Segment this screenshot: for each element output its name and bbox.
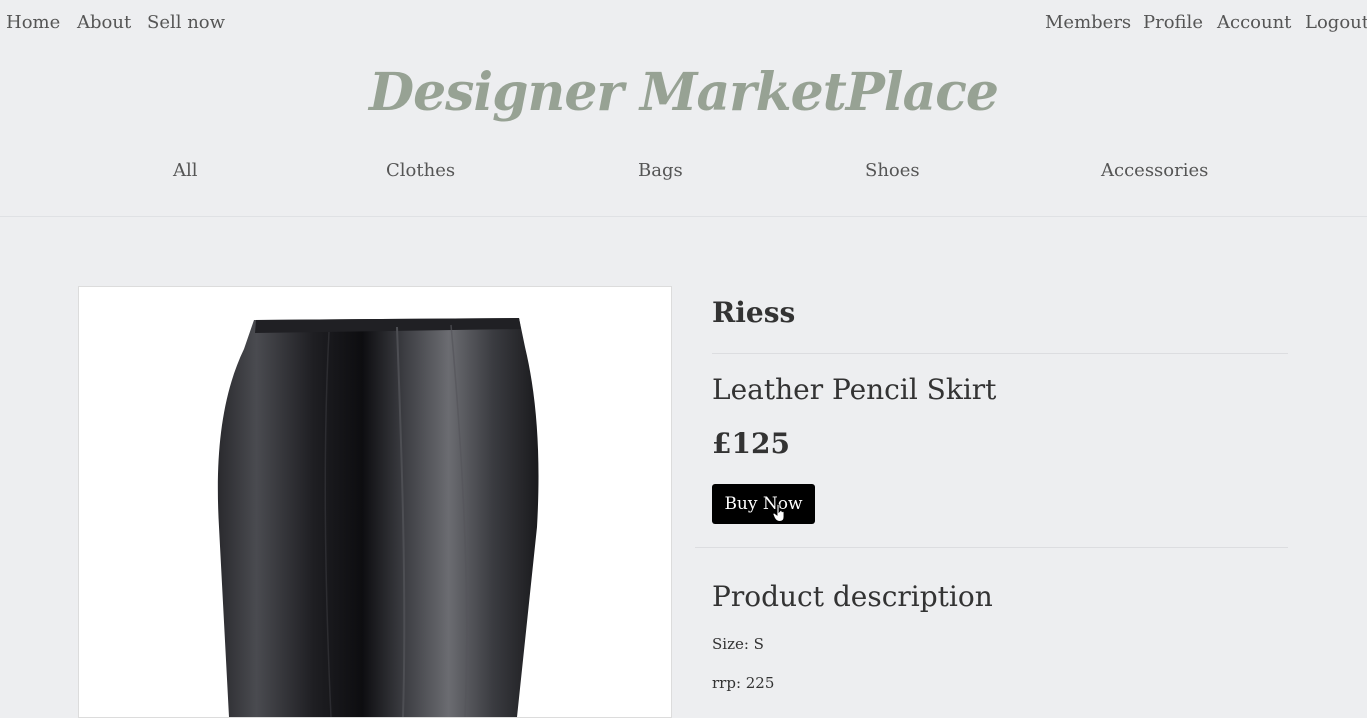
product-brand: Riess xyxy=(712,296,796,329)
category-shoes[interactable]: Shoes xyxy=(865,160,920,181)
category-clothes[interactable]: Clothes xyxy=(386,160,455,181)
nav-sell-now-link[interactable]: Sell now xyxy=(147,12,225,33)
product-rrp: rrp: 225 xyxy=(712,674,775,692)
product-image[interactable] xyxy=(78,286,672,718)
header-divider xyxy=(0,216,1367,217)
info-divider xyxy=(712,353,1288,354)
category-all[interactable]: All xyxy=(173,160,198,181)
nav-about-link[interactable]: About xyxy=(77,12,131,33)
product-size: Size: S xyxy=(712,635,764,653)
nav-logout-link[interactable]: Logout xyxy=(1305,12,1367,33)
product-name: Leather Pencil Skirt xyxy=(712,373,997,406)
category-accessories[interactable]: Accessories xyxy=(1101,160,1208,181)
description-title: Product description xyxy=(712,580,993,613)
description-divider xyxy=(695,547,1288,548)
nav-account-link[interactable]: Account xyxy=(1217,12,1291,33)
nav-members-link[interactable]: Members xyxy=(1045,12,1131,33)
top-navigation: Home About Sell now Members Profile Acco… xyxy=(0,0,1367,46)
category-navigation: All Clothes Bags Shoes Accessories xyxy=(0,160,1367,190)
product-price: £125 xyxy=(712,427,790,460)
hand-cursor-icon xyxy=(772,504,785,522)
leather-skirt-photo xyxy=(217,318,539,717)
buy-now-button[interactable]: Buy Now xyxy=(712,484,815,524)
site-title[interactable]: Designer MarketPlace xyxy=(0,62,1367,123)
nav-home-link[interactable]: Home xyxy=(6,12,60,33)
nav-profile-link[interactable]: Profile xyxy=(1143,12,1203,33)
category-bags[interactable]: Bags xyxy=(638,160,683,181)
